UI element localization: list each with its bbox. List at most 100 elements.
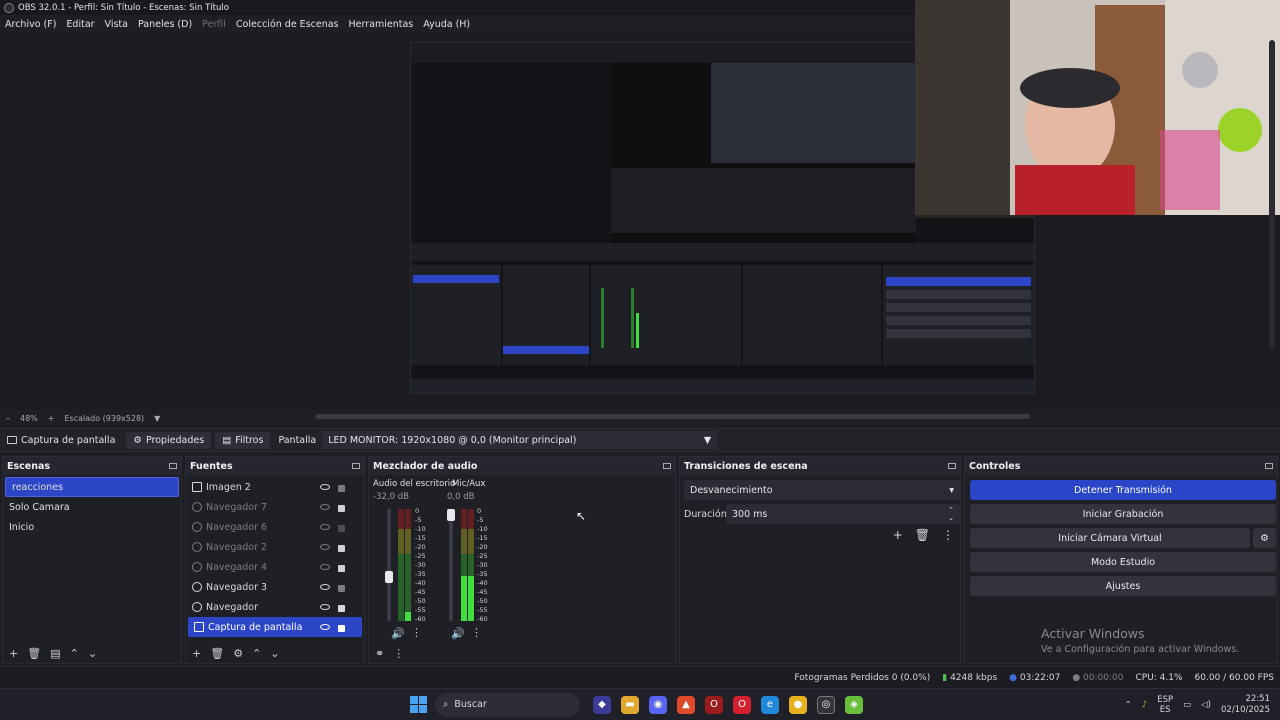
move-down-icon[interactable]: ⌄ bbox=[88, 647, 97, 660]
lock-icon[interactable] bbox=[338, 485, 345, 492]
taskbar-search[interactable]: ⌕ Buscar bbox=[435, 692, 580, 717]
chevron-down-icon[interactable]: ▼ bbox=[154, 414, 160, 423]
move-up-icon[interactable]: ⌃ bbox=[252, 647, 261, 660]
spinner-icon[interactable]: ⌃ ⌄ bbox=[948, 506, 954, 522]
volume-fader-track[interactable] bbox=[449, 509, 453, 621]
studio-mode-button[interactable]: Modo Estudio bbox=[970, 552, 1276, 572]
display-select[interactable]: LED MONITOR: 1920x1080 @ 0,0 (Monitor pr… bbox=[322, 431, 718, 449]
filter-icon[interactable]: ▤ bbox=[50, 647, 60, 660]
duration-input[interactable]: 300 ms ⌃ ⌄ bbox=[726, 504, 960, 524]
eye-off-icon[interactable] bbox=[320, 544, 330, 550]
menu-archivo[interactable]: Archivo (F) bbox=[5, 19, 56, 30]
opera-gx-icon[interactable]: O bbox=[705, 695, 723, 714]
move-up-icon[interactable]: ⌃ bbox=[70, 647, 79, 660]
scaling-label[interactable]: Escalado (939x528) bbox=[64, 414, 144, 423]
transition-select[interactable]: Desvanecimiento ▾ bbox=[684, 480, 960, 500]
trash-icon[interactable]: 🗑 bbox=[210, 647, 224, 660]
eye-icon[interactable] bbox=[320, 624, 330, 630]
source-item[interactable]: Navegador 6 bbox=[186, 517, 364, 537]
more-options-icon[interactable]: ⋮ bbox=[393, 647, 404, 660]
eye-icon[interactable] bbox=[320, 584, 330, 590]
app-icon[interactable]: ◈ bbox=[845, 695, 863, 714]
trash-icon[interactable]: 🗑 bbox=[915, 528, 930, 542]
lock-icon[interactable] bbox=[338, 565, 345, 572]
lock-icon[interactable] bbox=[338, 505, 345, 512]
undock-icon[interactable] bbox=[1265, 463, 1273, 469]
lock-icon[interactable] bbox=[338, 545, 345, 552]
source-item[interactable]: Imagen 2 bbox=[186, 477, 364, 497]
chevron-up-icon[interactable]: ⌃ bbox=[1125, 700, 1132, 710]
zoom-out-button[interactable]: – bbox=[6, 414, 10, 423]
source-item[interactable]: Navegador 7 bbox=[186, 497, 364, 517]
undock-icon[interactable] bbox=[169, 463, 177, 469]
discord-icon[interactable]: ◉ bbox=[649, 695, 667, 714]
lock-icon[interactable] bbox=[338, 625, 345, 632]
clock[interactable]: 22:51 02/10/2025 bbox=[1221, 694, 1270, 716]
menu-ayuda[interactable]: Ayuda (H) bbox=[423, 19, 470, 30]
menu-editar[interactable]: Editar bbox=[66, 19, 94, 30]
speaker-icon[interactable]: 🔊 bbox=[451, 627, 465, 640]
add-transition-button[interactable]: + bbox=[893, 528, 903, 542]
obs-icon[interactable]: ◎ bbox=[817, 695, 835, 714]
scene-item[interactable]: reacciones bbox=[5, 477, 179, 497]
lock-icon[interactable] bbox=[338, 585, 345, 592]
settings-button[interactable]: Ajustes bbox=[970, 576, 1276, 596]
microphone-icon[interactable]: ♪ bbox=[1142, 700, 1147, 710]
eye-off-icon[interactable] bbox=[320, 504, 330, 510]
preview-vertical-scrollbar[interactable] bbox=[1269, 40, 1275, 350]
lock-icon[interactable] bbox=[338, 525, 345, 532]
volume-fader-track[interactable] bbox=[387, 509, 391, 621]
speaker-icon[interactable]: 🔊 bbox=[391, 627, 405, 640]
folder-icon[interactable]: ▬ bbox=[621, 695, 639, 714]
db-tick: -40 bbox=[477, 579, 488, 587]
start-recording-button[interactable]: Iniciar Grabación bbox=[970, 504, 1276, 524]
more-options-icon[interactable]: ⋮ bbox=[942, 528, 954, 542]
more-options-icon[interactable]: ⋮ bbox=[471, 626, 482, 639]
source-item[interactable]: Captura de pantalla bbox=[188, 617, 362, 637]
menu-paneles[interactable]: Paneles (D) bbox=[138, 19, 192, 30]
chrome-icon[interactable]: ● bbox=[789, 695, 807, 714]
eye-off-icon[interactable] bbox=[320, 524, 330, 530]
virtual-camera-settings-button[interactable]: ⚙ bbox=[1253, 528, 1276, 548]
add-scene-button[interactable]: + bbox=[9, 647, 18, 660]
undock-icon[interactable] bbox=[948, 463, 956, 469]
preview-horizontal-scrollbar[interactable] bbox=[315, 414, 1030, 419]
source-item[interactable]: Navegador 2 bbox=[186, 537, 364, 557]
move-down-icon[interactable]: ⌄ bbox=[270, 647, 279, 660]
brave-icon[interactable]: ▲ bbox=[677, 695, 695, 714]
edge-icon[interactable]: e bbox=[761, 695, 779, 714]
menu-coleccion-escenas[interactable]: Colección de Escenas bbox=[236, 19, 339, 30]
app-icon[interactable]: ◆ bbox=[593, 695, 611, 714]
opera-icon[interactable]: O bbox=[733, 695, 751, 714]
eye-off-icon[interactable] bbox=[320, 564, 330, 570]
stop-stream-button[interactable]: Detener Transmisión bbox=[970, 480, 1276, 500]
add-source-button[interactable]: + bbox=[192, 647, 201, 660]
eye-icon[interactable] bbox=[320, 484, 330, 490]
search-icon: ⌕ bbox=[443, 699, 449, 710]
link-icon[interactable]: ⚭ bbox=[375, 647, 384, 660]
more-options-icon[interactable]: ⋮ bbox=[411, 626, 422, 639]
volume-fader-handle[interactable] bbox=[385, 570, 393, 583]
start-button[interactable] bbox=[410, 696, 427, 713]
source-item[interactable]: Navegador 3 bbox=[186, 577, 364, 597]
properties-button[interactable]: ⚙ Propiedades bbox=[126, 431, 212, 449]
source-item[interactable]: Navegador 4 bbox=[186, 557, 364, 577]
volume-icon[interactable]: ◁) bbox=[1201, 700, 1211, 710]
source-item[interactable]: Navegador bbox=[186, 597, 364, 617]
scene-item[interactable]: Inicio bbox=[3, 517, 181, 537]
volume-fader-handle[interactable] bbox=[447, 508, 455, 521]
network-icon[interactable]: ▭ bbox=[1183, 700, 1191, 710]
eye-icon[interactable] bbox=[320, 604, 330, 610]
menu-herramientas[interactable]: Herramientas bbox=[349, 19, 414, 30]
menu-vista[interactable]: Vista bbox=[105, 19, 128, 30]
undock-icon[interactable] bbox=[663, 463, 671, 469]
undock-icon[interactable] bbox=[352, 463, 360, 469]
filters-button[interactable]: ▤ Filtros bbox=[215, 431, 271, 449]
trash-icon[interactable]: 🗑 bbox=[27, 647, 41, 660]
language-indicator[interactable]: ESP ES bbox=[1157, 695, 1173, 715]
scene-item[interactable]: Solo Camara bbox=[3, 497, 181, 517]
gear-icon[interactable]: ⚙ bbox=[233, 647, 243, 660]
zoom-in-button[interactable]: + bbox=[48, 414, 55, 423]
virtual-camera-button[interactable]: Iniciar Cámara Virtual bbox=[970, 528, 1250, 548]
lock-icon[interactable] bbox=[338, 605, 345, 612]
